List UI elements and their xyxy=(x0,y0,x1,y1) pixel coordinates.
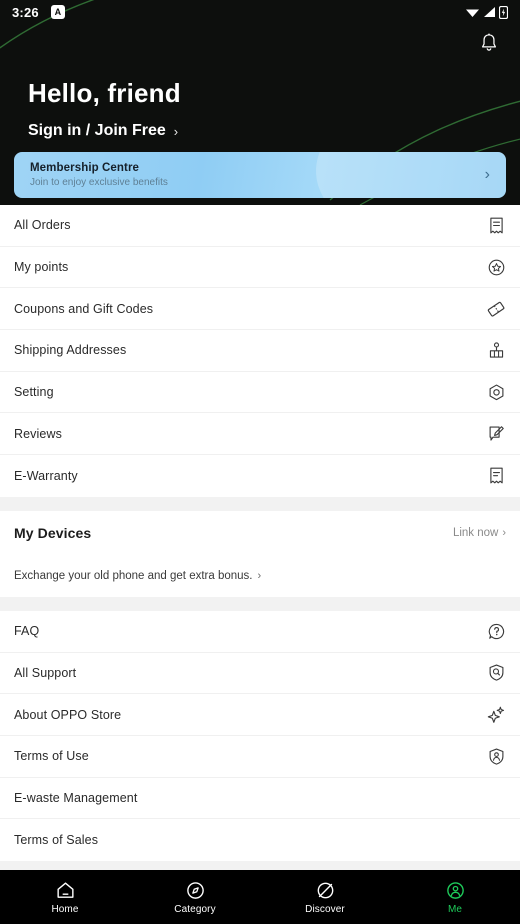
nav-label: Discover xyxy=(305,903,345,915)
list-item-label: Terms of Sales xyxy=(14,833,99,848)
signin-label: Sign in / Join Free xyxy=(28,122,166,139)
bell-icon[interactable] xyxy=(478,32,500,54)
devices-section: My Devices Link now › Exchange your old … xyxy=(0,510,520,597)
nav-label: Me xyxy=(447,903,463,915)
list-item-setting[interactable]: Setting xyxy=(0,372,520,414)
nav-label: Home xyxy=(51,903,79,915)
list-item-e-warranty[interactable]: E-Warranty xyxy=(0,455,520,497)
status-time: 3:26 xyxy=(12,4,39,20)
nav-item-home[interactable]: Home xyxy=(0,880,130,915)
signin-link[interactable]: Sign in / Join Free › xyxy=(28,122,520,140)
notification-bar xyxy=(0,24,520,54)
status-bar: 3:26 A xyxy=(0,0,520,24)
sparkle-icon xyxy=(486,705,506,725)
exchange-promo-link[interactable]: Exchange your old phone and get extra bo… xyxy=(0,556,520,597)
list-item-all-orders[interactable]: All Orders xyxy=(0,205,520,247)
person-circle-icon xyxy=(446,881,464,899)
page-title: Hello, friend xyxy=(28,78,181,108)
membership-centre-banner[interactable]: Membership Centre Join to enjoy exclusiv… xyxy=(14,152,506,198)
list-item-shipping-addresses[interactable]: Shipping Addresses xyxy=(0,330,520,372)
nav-item-category[interactable]: Category xyxy=(130,880,260,915)
planet-icon xyxy=(317,882,333,898)
list-item-terms-of-use[interactable]: Terms of Use xyxy=(0,736,520,778)
membership-title: Membership Centre xyxy=(30,162,140,174)
nav-label: Category xyxy=(174,903,216,915)
home-icon xyxy=(56,881,74,898)
list-item-reviews[interactable]: Reviews xyxy=(0,413,520,456)
chevron-right-icon: › xyxy=(502,527,506,540)
membership-text: Membership Centre Join to enjoy exclusiv… xyxy=(30,162,168,188)
support-section: FAQ All Support About OPPO Store Terms o… xyxy=(0,610,520,861)
list-item-label: E-Warranty xyxy=(14,468,78,483)
list-item-label: FAQ xyxy=(14,624,40,639)
shield-person-icon xyxy=(487,747,506,766)
nav-item-me[interactable]: Me xyxy=(390,880,520,915)
link-now-label: Link now xyxy=(452,527,499,540)
list-item-label: Coupons and Gift Codes xyxy=(14,301,154,316)
bottom-navigation: Home Category Discover Me xyxy=(0,870,520,924)
section-divider xyxy=(0,496,520,511)
wifi-icon xyxy=(466,9,479,17)
receipt-icon xyxy=(487,216,506,235)
star-circle-icon xyxy=(487,258,506,277)
chevron-right-icon: › xyxy=(173,123,179,139)
warranty-receipt-icon xyxy=(487,466,506,485)
shield-search-icon xyxy=(487,663,506,682)
account-section: All Orders My points Coupons and Gift Co… xyxy=(0,205,520,497)
battery-charging-icon xyxy=(499,5,508,19)
membership-subtitle: Join to enjoy exclusive benefits xyxy=(30,177,168,188)
list-item-all-support[interactable]: All Support xyxy=(0,653,520,695)
devices-title: My Devices xyxy=(14,525,92,542)
list-item-e-waste-management[interactable]: E-waste Management xyxy=(0,778,520,820)
status-icons xyxy=(465,5,508,19)
list-item-label: Shipping Addresses xyxy=(14,343,127,358)
compass-icon xyxy=(186,881,204,899)
list-item-coupons-gift-codes[interactable]: Coupons and Gift Codes xyxy=(0,288,520,331)
list-item-label: About OPPO Store xyxy=(14,707,122,722)
list-item-label: E-waste Management xyxy=(14,790,138,805)
chevron-right-icon: › xyxy=(484,166,490,183)
status-badge: A xyxy=(50,5,65,19)
map-pin-icon xyxy=(487,341,506,360)
chevron-right-icon: › xyxy=(257,570,262,583)
list-item-about-oppo-store[interactable]: About OPPO Store xyxy=(0,694,520,736)
section-divider xyxy=(0,596,520,611)
list-item-label: Terms of Use xyxy=(14,749,89,764)
list-item-label: Setting xyxy=(14,385,54,400)
gear-hexagon-icon xyxy=(487,383,506,402)
question-bubble-icon xyxy=(487,622,506,641)
exchange-promo-label: Exchange your old phone and get extra bo… xyxy=(14,570,253,583)
devices-header: My Devices Link now › xyxy=(0,511,520,556)
list-item-label: All Orders xyxy=(14,218,71,233)
nav-item-discover[interactable]: Discover xyxy=(260,880,390,915)
list-item-my-points[interactable]: My points xyxy=(0,247,520,289)
list-item-label: All Support xyxy=(14,665,77,680)
coupon-icon xyxy=(486,299,506,319)
link-now-button[interactable]: Link now › xyxy=(453,527,506,539)
list-item-label: My points xyxy=(14,260,69,275)
app-screen: 3:26 A Hello, friend Sign in / Join Free… xyxy=(0,0,520,924)
list-item-terms-of-sales[interactable]: Terms of Sales xyxy=(0,819,520,861)
signal-icon xyxy=(484,7,495,17)
list-item-label: Reviews xyxy=(14,426,62,441)
greeting-block: Hello, friend Sign in / Join Free › xyxy=(0,54,520,140)
list-item-faq[interactable]: FAQ xyxy=(0,611,520,653)
review-edit-icon xyxy=(487,424,506,443)
